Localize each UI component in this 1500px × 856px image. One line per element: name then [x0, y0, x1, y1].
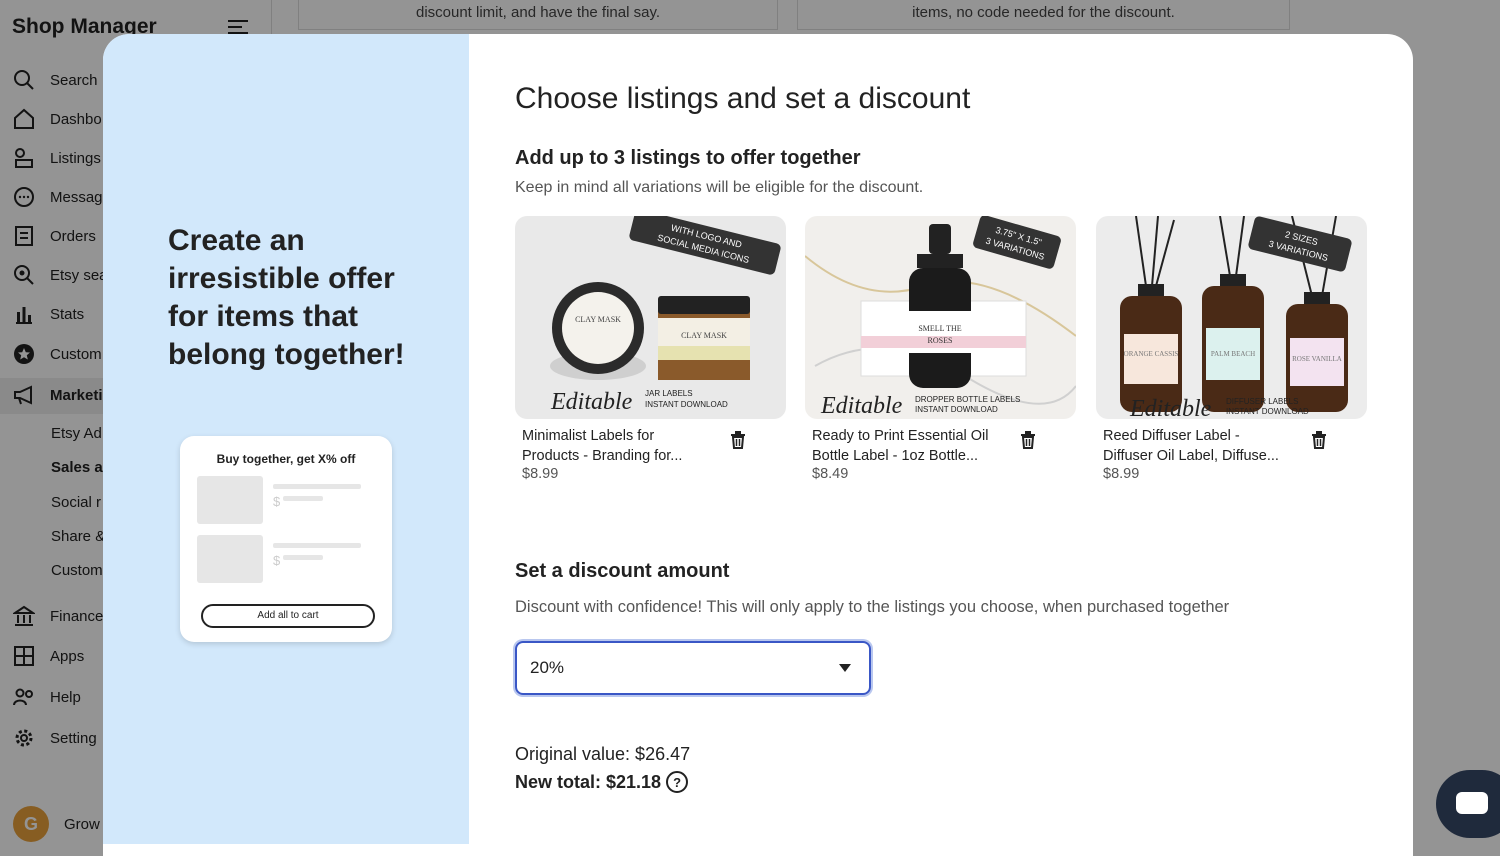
trash-icon[interactable] [727, 429, 749, 451]
listing-price: $8.99 [1103, 466, 1140, 482]
dropper-caption-2: INSTANT DOWNLOAD [915, 405, 998, 414]
help-icon[interactable]: ? [666, 771, 689, 793]
diffuser-label-3: ROSE VANILLA [1292, 355, 1342, 363]
preview-dollar: $ [273, 553, 281, 568]
diffuser-caption-2: INSTANT DOWNLOAD [1226, 407, 1309, 416]
discount-subtext: Discount with confidence! This will only… [515, 598, 1230, 616]
listing-image-jar-labels[interactable]: CLAY MASK CLAY MASK WITH LOGO AND SOCIAL… [515, 216, 786, 419]
chevron-down-icon [839, 664, 851, 672]
listing-image-dropper-labels[interactable]: SMELL THE ROSES 3.75" X 1.5" 3 VARIATION… [805, 216, 1076, 419]
listing-price: $8.99 [522, 466, 559, 482]
preview-line [283, 555, 323, 560]
listing-title[interactable]: Minimalist Labels for Products - Brandin… [522, 426, 712, 466]
trash-icon[interactable] [1017, 429, 1039, 451]
dropper-caption-1: DROPPER BOTTLE LABELS [915, 395, 1020, 404]
listing-price: $8.49 [812, 466, 849, 482]
trash-icon[interactable] [1308, 429, 1330, 451]
add-all-to-cart-button: Add all to cart [201, 604, 375, 628]
preview-image-placeholder [197, 476, 263, 524]
new-total-row: New total: $21.18 ? [515, 771, 689, 793]
discount-select[interactable]: 20% [515, 641, 871, 695]
jar-caption-1: JAR LABELS [645, 389, 693, 398]
bundle-preview-row: $ [197, 535, 377, 583]
chat-button[interactable] [1436, 770, 1500, 838]
jar-script: Editable [550, 389, 633, 415]
preview-line [273, 484, 361, 489]
preview-dollar: $ [273, 494, 281, 509]
dropper-script: Editable [820, 393, 903, 419]
dropper-label-1: SMELL THE [918, 324, 961, 333]
listing-image-diffuser-labels[interactable]: ORANGE CASSIS PALM BEACH ROSE VANILLA 2 … [1096, 216, 1367, 419]
listing-title[interactable]: Reed Diffuser Label - Diffuser Oil Label… [1103, 426, 1293, 466]
listing-title[interactable]: Ready to Print Essential Oil Bottle Labe… [812, 426, 1002, 466]
dropper-label-2: ROSES [928, 336, 953, 345]
jar-label-2: CLAY MASK [681, 331, 727, 340]
bundle-preview-card: Buy together, get X% off $ $ Add all to … [180, 436, 392, 642]
chat-icon [1456, 792, 1488, 814]
diffuser-label-1: ORANGE CASSIS [1124, 350, 1179, 358]
diffuser-label-2: PALM BEACH [1211, 350, 1255, 358]
jar-label-1: CLAY MASK [575, 315, 621, 324]
discount-heading: Set a discount amount [515, 560, 730, 582]
original-value: Original value: $26.47 [515, 744, 691, 764]
listings-heading: Add up to 3 listings to offer together [515, 147, 861, 169]
preview-line [283, 496, 323, 501]
offer-modal: Create an irresistible offer for items t… [103, 34, 1413, 856]
modal-heading: Choose listings and set a discount [515, 82, 971, 115]
listings-subtext: Keep in mind all variations will be elig… [515, 179, 924, 196]
new-total: New total: $21.18 [515, 771, 662, 792]
jar-caption-2: INSTANT DOWNLOAD [645, 400, 728, 409]
bundle-preview-row: $ [197, 476, 377, 524]
diffuser-script: Editable [1129, 396, 1212, 419]
preview-image-placeholder [197, 535, 263, 583]
diffuser-caption-1: DIFFUSER LABELS [1226, 397, 1298, 406]
bundle-preview-title: Buy together, get X% off [216, 452, 356, 466]
preview-line [273, 543, 361, 548]
promo-text: Create an irresistible offer for items t… [168, 224, 405, 371]
promo-panel: Create an irresistible offer for items t… [103, 34, 469, 844]
discount-select-value: 20% [530, 658, 565, 677]
